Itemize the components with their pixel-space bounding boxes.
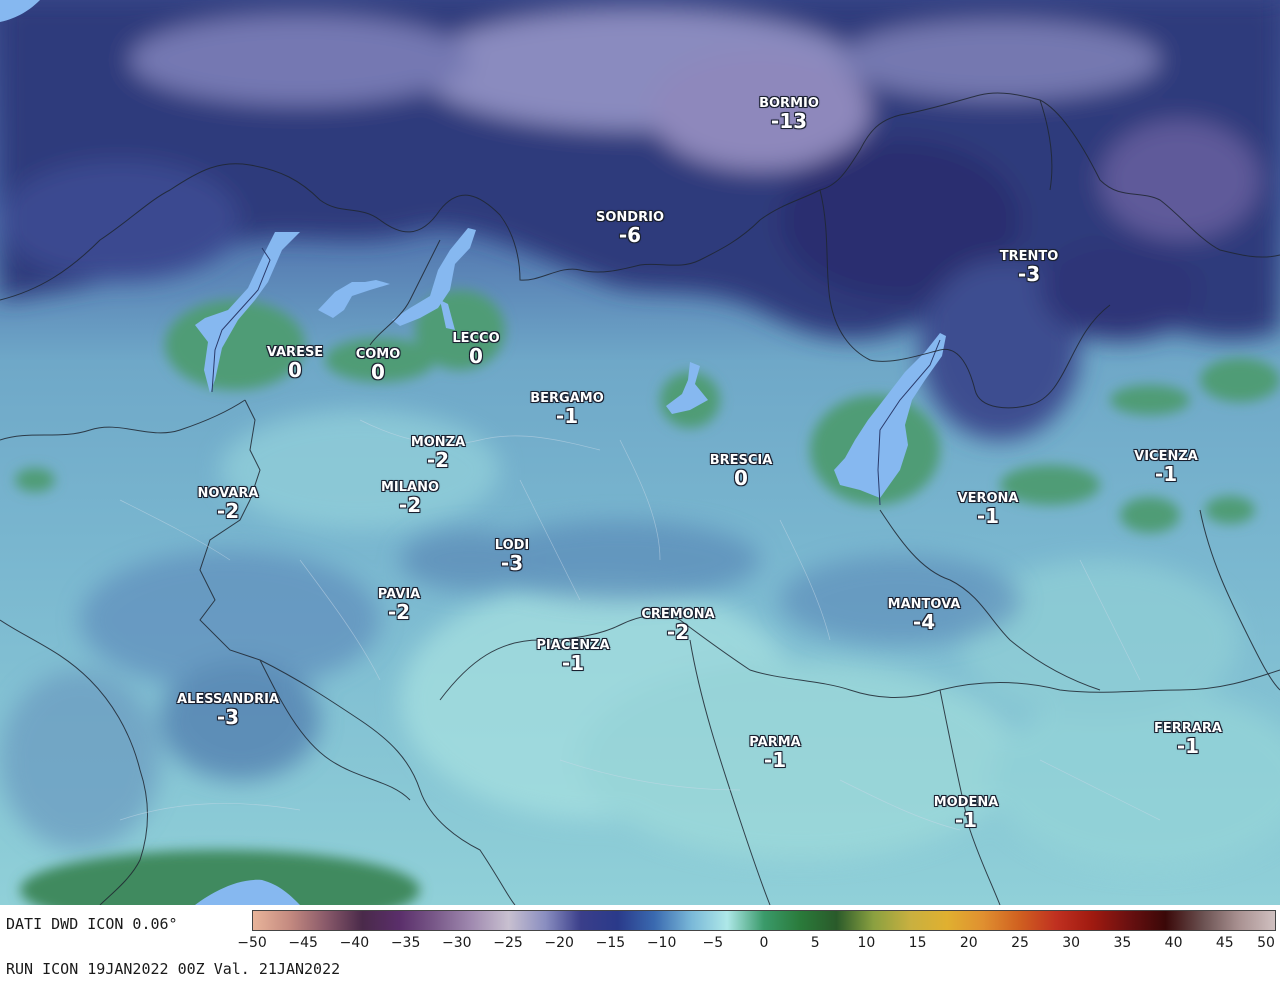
scale-tick-label: −45	[288, 935, 318, 951]
city-temperature: -1	[763, 748, 787, 772]
scale-tick-label: −5	[702, 935, 724, 951]
data-source-text: DATI DWD ICON 0.06°	[6, 915, 178, 933]
scale-tick-label: 30	[1062, 935, 1081, 951]
city-label-parma: PARMA -1	[749, 735, 800, 770]
city-temperature: -2	[426, 448, 450, 472]
city-temperature: 0	[469, 344, 483, 368]
city-temperature: -3	[216, 705, 240, 729]
city-label-mantova: MANTOVA -4	[888, 597, 961, 632]
city-temperature: 0	[288, 358, 302, 382]
scale-tick-label: −25	[493, 935, 523, 951]
city-temperature: -3	[1017, 262, 1041, 286]
city-temperature: -1	[555, 404, 579, 428]
city-label-lodi: LODI -3	[495, 538, 530, 573]
city-temperature: -4	[912, 610, 936, 634]
city-temperature: -1	[954, 808, 978, 832]
run-info-text: RUN ICON 19JAN2022 00Z Val. 21JAN2022	[6, 960, 341, 978]
scale-tick-label: −10	[646, 935, 677, 951]
color-scale-bar	[252, 910, 1276, 931]
scale-tick-label: −20	[544, 935, 574, 951]
city-temperature: -2	[216, 499, 240, 523]
city-label-sondrio: SONDRIO -6	[596, 210, 664, 245]
map-field	[0, 0, 1280, 905]
city-label-trento: TRENTO -3	[1000, 249, 1059, 284]
city-label-monza: MONZA -2	[411, 435, 465, 470]
city-temperature: -2	[387, 600, 411, 624]
city-temperature: -1	[561, 651, 585, 675]
city-label-novara: NOVARA -2	[198, 486, 259, 521]
scale-tick-label: 20	[959, 935, 978, 951]
scale-tick-label: −15	[595, 935, 626, 951]
city-label-varese: VARESE 0	[267, 345, 323, 380]
city-temperature: 0	[371, 360, 385, 384]
city-temperature: -2	[398, 493, 422, 517]
city-label-lecco: LECCO 0	[452, 331, 499, 366]
city-temperature: -1	[976, 504, 1000, 528]
city-temperature: -6	[618, 223, 642, 247]
scale-tick-label: 10	[857, 935, 876, 951]
city-temperature: -1	[1154, 462, 1178, 486]
city-temperature: -1	[1176, 734, 1200, 758]
scale-tick-label: 0	[759, 935, 769, 951]
scale-tick-label: 5	[810, 935, 820, 951]
scale-tick-label: −30	[442, 935, 472, 951]
city-label-como: COMO 0	[356, 347, 401, 382]
temperature-map: BORMIO -13 SONDRIO -6 TRENTO -3 VARESE 0…	[0, 0, 1280, 905]
city-label-verona: VERONA -1	[958, 491, 1019, 526]
scale-tick-label: −50	[237, 935, 267, 951]
city-label-piacenza: PIACENZA -1	[536, 638, 609, 673]
scale-tick-label: 35	[1113, 935, 1132, 951]
scale-tick-label: 25	[1011, 935, 1029, 951]
color-scale-ticks: −50 −45 −40 −35 −30 −25 −20 −15 −10 −5 0 5 10 15 20 25 3…	[237, 935, 1276, 955]
scale-tick-label: 40	[1164, 935, 1183, 951]
scale-tick-label: −40	[339, 935, 370, 951]
city-temperature: -13	[770, 109, 808, 133]
city-label-bergamo: BERGAMO -1	[530, 391, 604, 426]
city-label-cremona: CREMONA -2	[641, 607, 714, 642]
city-label-pavia: PAVIA -2	[378, 587, 420, 622]
city-temperature: -3	[500, 551, 524, 575]
city-label-alessandria: ALESSANDRIA -3	[177, 692, 279, 727]
scale-tick-label: 50	[1257, 935, 1275, 951]
city-label-ferrara: FERRARA -1	[1154, 721, 1222, 756]
city-label-milano: MILANO -2	[381, 480, 439, 515]
scale-tick-label: 45	[1215, 935, 1234, 951]
city-temperature: 0	[734, 466, 748, 490]
city-label-bormio: BORMIO -13	[759, 96, 819, 131]
city-label-modena: MODENA -1	[934, 795, 999, 830]
scale-tick-label: 15	[908, 935, 927, 951]
city-label-vicenza: VICENZA -1	[1134, 449, 1198, 484]
city-temperature: -2	[666, 620, 690, 644]
scale-tick-label: −35	[390, 935, 421, 951]
city-label-brescia: BRESCIA 0	[710, 453, 773, 488]
